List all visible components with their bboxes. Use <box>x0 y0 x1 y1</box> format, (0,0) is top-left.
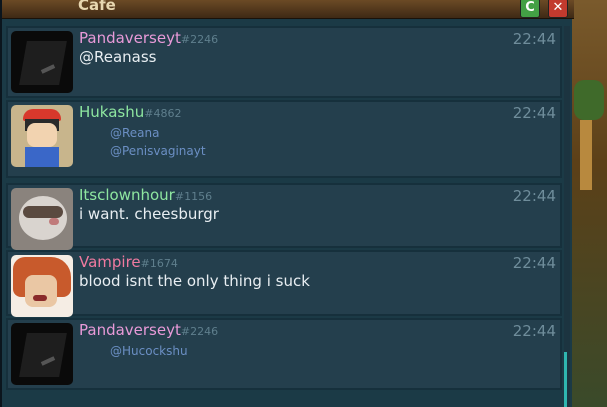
timestamp: 22:44 <box>512 187 556 205</box>
username[interactable]: Itsclownhour#1156 <box>79 186 212 204</box>
user-tag: #2246 <box>180 33 219 46</box>
timestamp: 22:44 <box>512 30 556 48</box>
timestamp: 22:44 <box>512 254 556 272</box>
user-tag: #2246 <box>180 325 219 338</box>
username[interactable]: Vampire#1674 <box>79 253 178 271</box>
message-item: Pandaverseyt#2246 @Reanass 22:44 <box>6 26 562 98</box>
user-tag: #4862 <box>144 107 182 120</box>
ferret-avatar[interactable] <box>11 188 73 250</box>
mention-link[interactable]: @Penisvaginayt <box>110 144 206 158</box>
vampire-avatar[interactable] <box>11 255 73 317</box>
game-background <box>572 0 607 407</box>
message-item: Vampire#1674 blood isnt the only thing i… <box>6 250 562 317</box>
title-bar[interactable]: Cafe C ✕ <box>2 0 574 19</box>
message-list: Pandaverseyt#2246 @Reanass 22:44 Hukashu… <box>6 26 566 407</box>
message-text: blood isnt the only thing i suck <box>79 272 310 290</box>
timestamp: 22:44 <box>512 322 556 340</box>
mention-link[interactable]: @Hucockshu <box>110 344 188 358</box>
message-text: i want. cheesburgr <box>79 205 219 223</box>
close-button[interactable]: ✕ <box>548 0 568 18</box>
mention-link[interactable]: @Reana <box>110 126 160 140</box>
refresh-button[interactable]: C <box>520 0 540 18</box>
username[interactable]: Pandaverseyt#2246 <box>79 321 218 339</box>
user-tag: #1156 <box>174 190 213 203</box>
dark-avatar[interactable] <box>11 31 73 93</box>
window-title: Cafe <box>78 0 116 14</box>
boy-avatar[interactable] <box>11 105 73 167</box>
dark-avatar[interactable] <box>11 323 73 385</box>
username[interactable]: Hukashu#4862 <box>79 103 181 121</box>
message-text: @Reanass <box>79 48 157 66</box>
message-item: Itsclownhour#1156 i want. cheesburgr 22:… <box>6 183 562 250</box>
message-item: Hukashu#4862 @Reana @Penisvaginayt 22:44 <box>6 100 562 178</box>
message-item: Pandaverseyt#2246 @Hucockshu 22:44 <box>6 318 562 390</box>
scrollbar-thumb[interactable] <box>564 352 567 407</box>
timestamp: 22:44 <box>512 104 556 122</box>
scrollbar-track[interactable] <box>564 26 570 407</box>
cafe-window: Cafe C ✕ Pandaverseyt#2246 @Reanass 22:4… <box>0 0 574 407</box>
user-tag: #1674 <box>140 257 178 270</box>
username[interactable]: Pandaverseyt#2246 <box>79 29 218 47</box>
